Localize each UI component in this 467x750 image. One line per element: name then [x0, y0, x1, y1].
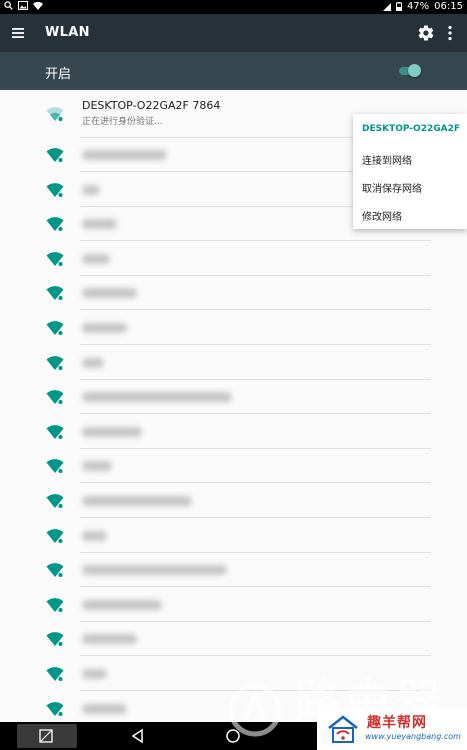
menu-item-modify[interactable]: 修改网络 — [362, 208, 402, 223]
wlan-switch-label: 开启 — [45, 67, 72, 82]
battery-level: 47% — [406, 1, 430, 12]
wifi-signal-icon — [46, 459, 64, 475]
redacted-ssid — [82, 669, 107, 679]
network-item[interactable] — [0, 346, 467, 380]
wifi-signal-icon — [46, 528, 64, 544]
more-options-icon[interactable] — [444, 24, 456, 42]
recent-apps-thumbnail[interactable] — [17, 724, 77, 748]
network-item[interactable] — [0, 484, 467, 518]
network-item[interactable] — [0, 380, 467, 415]
wifi-signal-icon — [46, 701, 64, 717]
menu-item-connect[interactable]: 连接到网络 — [362, 152, 412, 167]
wifi-signal-icon — [46, 217, 64, 232]
redacted-ssid — [82, 150, 167, 160]
page-title: WLAN — [45, 25, 90, 40]
wifi-signal-icon — [46, 563, 64, 578]
wifi-signal-icon — [46, 632, 64, 648]
redacted-ssid — [82, 392, 232, 403]
menu-item-forget[interactable]: 取消保存网络 — [362, 180, 422, 195]
redacted-ssid — [82, 634, 137, 645]
network-item[interactable] — [0, 449, 467, 484]
network-ssid: DESKTOP-O22GA2F 7864 — [82, 99, 221, 112]
image-icon — [18, 1, 28, 10]
wifi-signal-icon — [46, 182, 64, 198]
wifi-signal-icon — [46, 494, 64, 509]
redacted-ssid — [82, 530, 107, 541]
wlan-toggle[interactable] — [399, 64, 421, 77]
screenshot-icon — [39, 729, 53, 743]
search-icon — [4, 1, 13, 10]
wifi-signal-icon — [46, 355, 64, 371]
clock: 06:15 — [434, 1, 463, 12]
network-context-menu: DESKTOP-O22GA2F 7... 连接到网络 取消保存网络 修改网络 — [353, 114, 467, 229]
network-item[interactable] — [0, 588, 467, 622]
wifi-signal-icon — [46, 667, 64, 682]
network-item[interactable] — [0, 622, 467, 657]
wifi-signal-icon — [46, 597, 64, 613]
network-item[interactable] — [0, 242, 467, 276]
menu-icon[interactable] — [10, 25, 26, 41]
wifi-signal-icon — [46, 390, 64, 405]
redacted-ssid — [82, 253, 110, 264]
redacted-ssid — [82, 496, 192, 506]
wifi-house-icon — [328, 715, 358, 743]
status-bar: 47% 06:15 — [0, 0, 467, 14]
redacted-ssid — [82, 323, 127, 333]
redacted-ssid — [82, 219, 117, 230]
watermark-brand-name: 趣羊帮网 — [367, 715, 427, 731]
app-bar: WLAN — [0, 14, 467, 52]
network-item[interactable] — [0, 553, 467, 588]
watermark: 路由器 趣羊帮网 www.yueyangbang.com — [225, 660, 467, 750]
watermark-brand: 趣羊帮网 www.yueyangbang.com — [317, 708, 467, 750]
network-status: 正在进行身份验证... — [82, 117, 163, 127]
battery-icon — [395, 2, 402, 11]
gear-icon[interactable] — [417, 24, 435, 42]
context-menu-title: DESKTOP-O22GA2F 7... — [362, 124, 462, 134]
wlan-switch-bar[interactable]: 开启 — [0, 52, 467, 90]
wifi-signal-icon — [46, 148, 64, 163]
redacted-ssid — [82, 703, 127, 714]
wifi-signal-icon — [46, 424, 64, 440]
redacted-ssid — [82, 565, 227, 576]
toggle-thumb — [408, 64, 421, 77]
network-item[interactable] — [0, 311, 467, 345]
network-item[interactable] — [0, 415, 467, 449]
redacted-ssid — [82, 599, 162, 610]
network-item[interactable] — [0, 276, 467, 311]
wifi-connecting-icon — [46, 107, 64, 122]
watermark-logo-icon — [228, 683, 282, 737]
network-item[interactable] — [0, 519, 467, 553]
redacted-ssid — [82, 357, 104, 368]
wifi-signal-icon — [46, 286, 64, 302]
signal-icon — [382, 2, 391, 11]
wifi-signal-icon — [46, 251, 64, 267]
wifi-signal-icon — [46, 321, 64, 336]
back-icon[interactable] — [130, 728, 146, 744]
watermark-url: www.yueyangbang.com — [365, 732, 461, 741]
redacted-ssid — [82, 288, 137, 299]
redacted-ssid — [82, 426, 142, 437]
wifi-status-icon — [33, 1, 43, 10]
redacted-ssid — [82, 184, 100, 195]
redacted-ssid — [82, 461, 112, 472]
